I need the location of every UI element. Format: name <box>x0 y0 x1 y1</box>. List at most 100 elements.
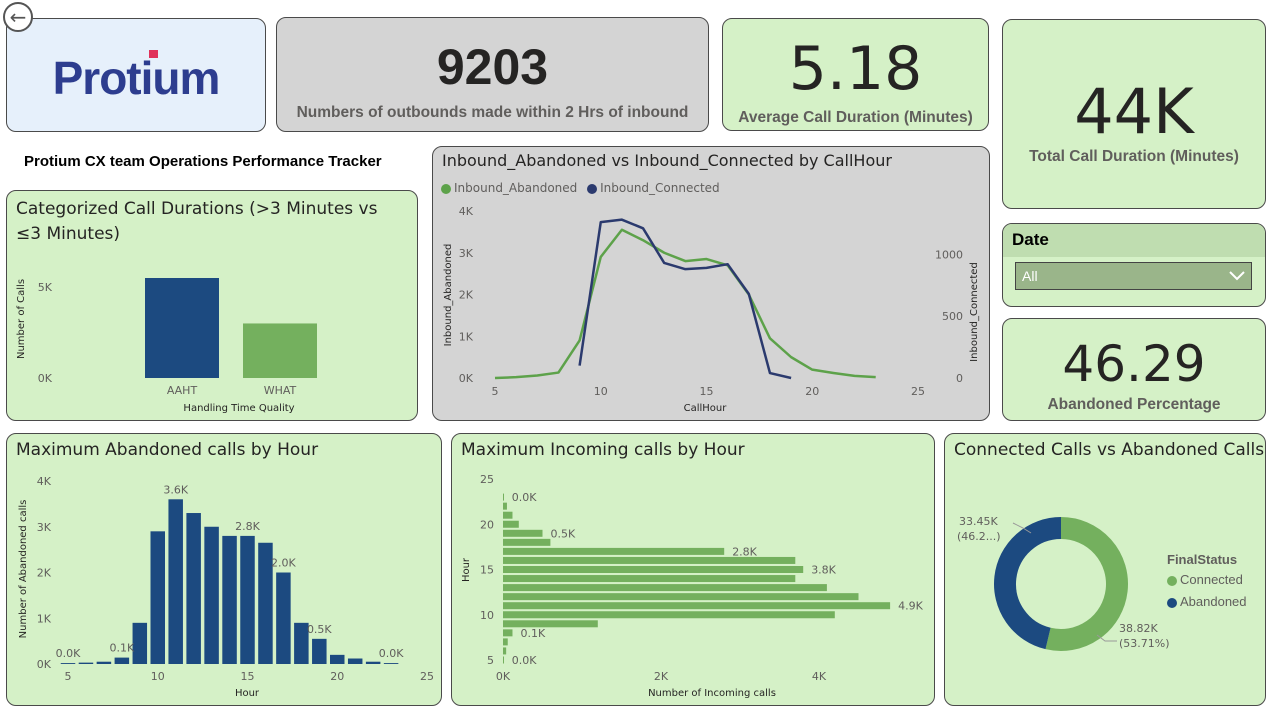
page-subtitle: Protium CX team Operations Performance T… <box>24 153 382 170</box>
bar <box>186 513 201 664</box>
y-tick-label: 1K <box>37 612 52 625</box>
legend-item-connected[interactable]: Connected <box>1167 572 1247 587</box>
bar <box>503 656 504 664</box>
total-duration-label: Total Call Duration (Minutes) <box>1029 148 1239 165</box>
x-tick-label: 5 <box>65 670 72 683</box>
x-tick-label: 20 <box>805 385 819 398</box>
date-slicer: Date All <box>1002 223 1266 307</box>
bar <box>503 593 859 601</box>
x-tick-label: 15 <box>241 670 255 683</box>
bar <box>383 663 399 664</box>
bar <box>150 531 165 664</box>
x-axis-title: Number of Incoming calls <box>648 688 776 699</box>
x-axis-title: Handling Time Quality <box>183 403 294 414</box>
x-tick-label: 20 <box>330 670 344 683</box>
y-tick-label: 4K <box>459 205 474 218</box>
max-abandoned-chart: 0K 1K 2K 3K 4K 5 10 15 20 25 0.0K 0.1K 3.6K 2.8K 2.0K 0… <box>18 475 434 699</box>
data-label: 0.0K <box>512 654 537 667</box>
data-label: 0.0K <box>56 647 81 660</box>
data-label: 0.5K <box>307 623 332 636</box>
bar <box>276 572 291 664</box>
y-tick-label: 20 <box>480 518 494 531</box>
data-label: 0.5K <box>551 527 576 540</box>
bar <box>243 323 317 378</box>
abandoned-pct-value: 46.29 <box>1062 335 1206 393</box>
y-tick-label: 0K <box>459 372 474 385</box>
data-label: 38.82K <box>1119 622 1158 635</box>
dropdown-value: All <box>1022 268 1038 284</box>
y-axis-title: Inbound_Abandoned <box>443 244 454 347</box>
logo-card: Protium <box>6 18 266 132</box>
total-duration-kpi-card: 44K Total Call Duration (Minutes) <box>1002 19 1266 209</box>
x-axis-title: CallHour <box>684 403 728 414</box>
y2-axis-title: Inbound_Connected <box>969 262 980 362</box>
data-label: 0.0K <box>512 491 537 504</box>
bar <box>503 575 796 583</box>
bar <box>503 611 835 619</box>
x-tick-label: 10 <box>594 385 608 398</box>
categorized-durations-chart: 0K 5K AAHT WHAT Handling Time Quality Number … <box>16 278 317 414</box>
bar <box>503 520 519 528</box>
back-arrow-icon: ← <box>9 5 27 29</box>
bar <box>503 584 827 592</box>
x-tick-label: 25 <box>911 385 925 398</box>
legend-item-abandoned[interactable]: Abandoned <box>1167 594 1247 609</box>
max-abandoned-card: Maximum Abandoned calls by Hour 0K 1K 2K 3K… <box>6 433 442 706</box>
protium-logo: Protium <box>52 52 221 104</box>
bar <box>365 661 381 664</box>
data-label: 4.9K <box>898 600 923 613</box>
total-duration-value: 44K <box>1074 75 1194 148</box>
data-label: 33.45K <box>959 515 998 528</box>
y-tick-label: 0K <box>37 658 52 671</box>
bar <box>330 654 345 664</box>
x-tick-label: 10 <box>151 670 165 683</box>
max-incoming-chart: 5 10 15 20 25 0K 2K 4K 0.0K 0.1K 4.9K 3.8K 2.8K 0.5K 0… <box>461 473 924 699</box>
bar <box>503 566 804 573</box>
y-axis-title: Hour <box>461 557 472 582</box>
max-incoming-card: Maximum Incoming calls by Hour 5 10 15 20 25… <box>451 433 935 706</box>
series-line-Inbound_Abandoned <box>494 228 876 380</box>
categorized-durations-card: Categorized Call Durations (>3 Minutes v… <box>6 190 418 421</box>
y-tick-label: 0K <box>38 372 53 385</box>
avg-duration-kpi-card: 5.18 Average Call Duration (Minutes) <box>722 18 989 131</box>
avg-duration-label: Average Call Duration (Minutes) <box>738 109 973 126</box>
data-label: 2.8K <box>235 520 260 533</box>
bar <box>503 602 891 610</box>
back-button[interactable]: ← <box>3 2 33 32</box>
bar <box>503 529 543 537</box>
avg-duration-value: 5.18 <box>788 34 923 104</box>
date-dropdown[interactable]: All <box>1015 262 1252 290</box>
data-label: (46.2...) <box>957 530 1001 543</box>
outbounds-kpi-card: 9203 Numbers of outbounds made within 2 … <box>276 17 709 132</box>
outbounds-value: 9203 <box>436 39 549 95</box>
y-tick-label: 2K <box>37 567 52 580</box>
y-tick-label: 2K <box>459 289 474 302</box>
bar <box>240 535 255 664</box>
y-tick-label: 5 <box>487 654 494 667</box>
bar <box>312 638 327 664</box>
bar <box>347 658 363 664</box>
y-axis-title: Number of Abandoned calls <box>18 500 29 639</box>
x-tick-label: WHAT <box>264 384 297 397</box>
legend-dot <box>1167 575 1177 586</box>
data-label: 0.1K <box>520 627 545 640</box>
data-label: 3.8K <box>811 564 836 577</box>
bar <box>132 622 148 664</box>
bar <box>503 538 551 546</box>
slice-Connected <box>1045 517 1128 651</box>
y-tick-label: 5K <box>38 281 53 294</box>
slicer-title: Date <box>1003 224 1265 257</box>
bar <box>503 629 513 637</box>
y-tick-label: 3K <box>37 521 52 534</box>
bar <box>204 526 219 664</box>
y-tick-label: 1K <box>459 330 474 343</box>
abandoned-pct-label: Abandoned Percentage <box>1047 396 1221 413</box>
data-label: 3.6K <box>163 483 188 496</box>
bar <box>503 493 504 501</box>
bar <box>503 547 725 555</box>
bar <box>503 647 507 655</box>
x-tick-label: 25 <box>420 670 434 683</box>
bar <box>78 662 94 664</box>
bar <box>503 620 598 628</box>
x-axis-title: Hour <box>235 688 260 699</box>
